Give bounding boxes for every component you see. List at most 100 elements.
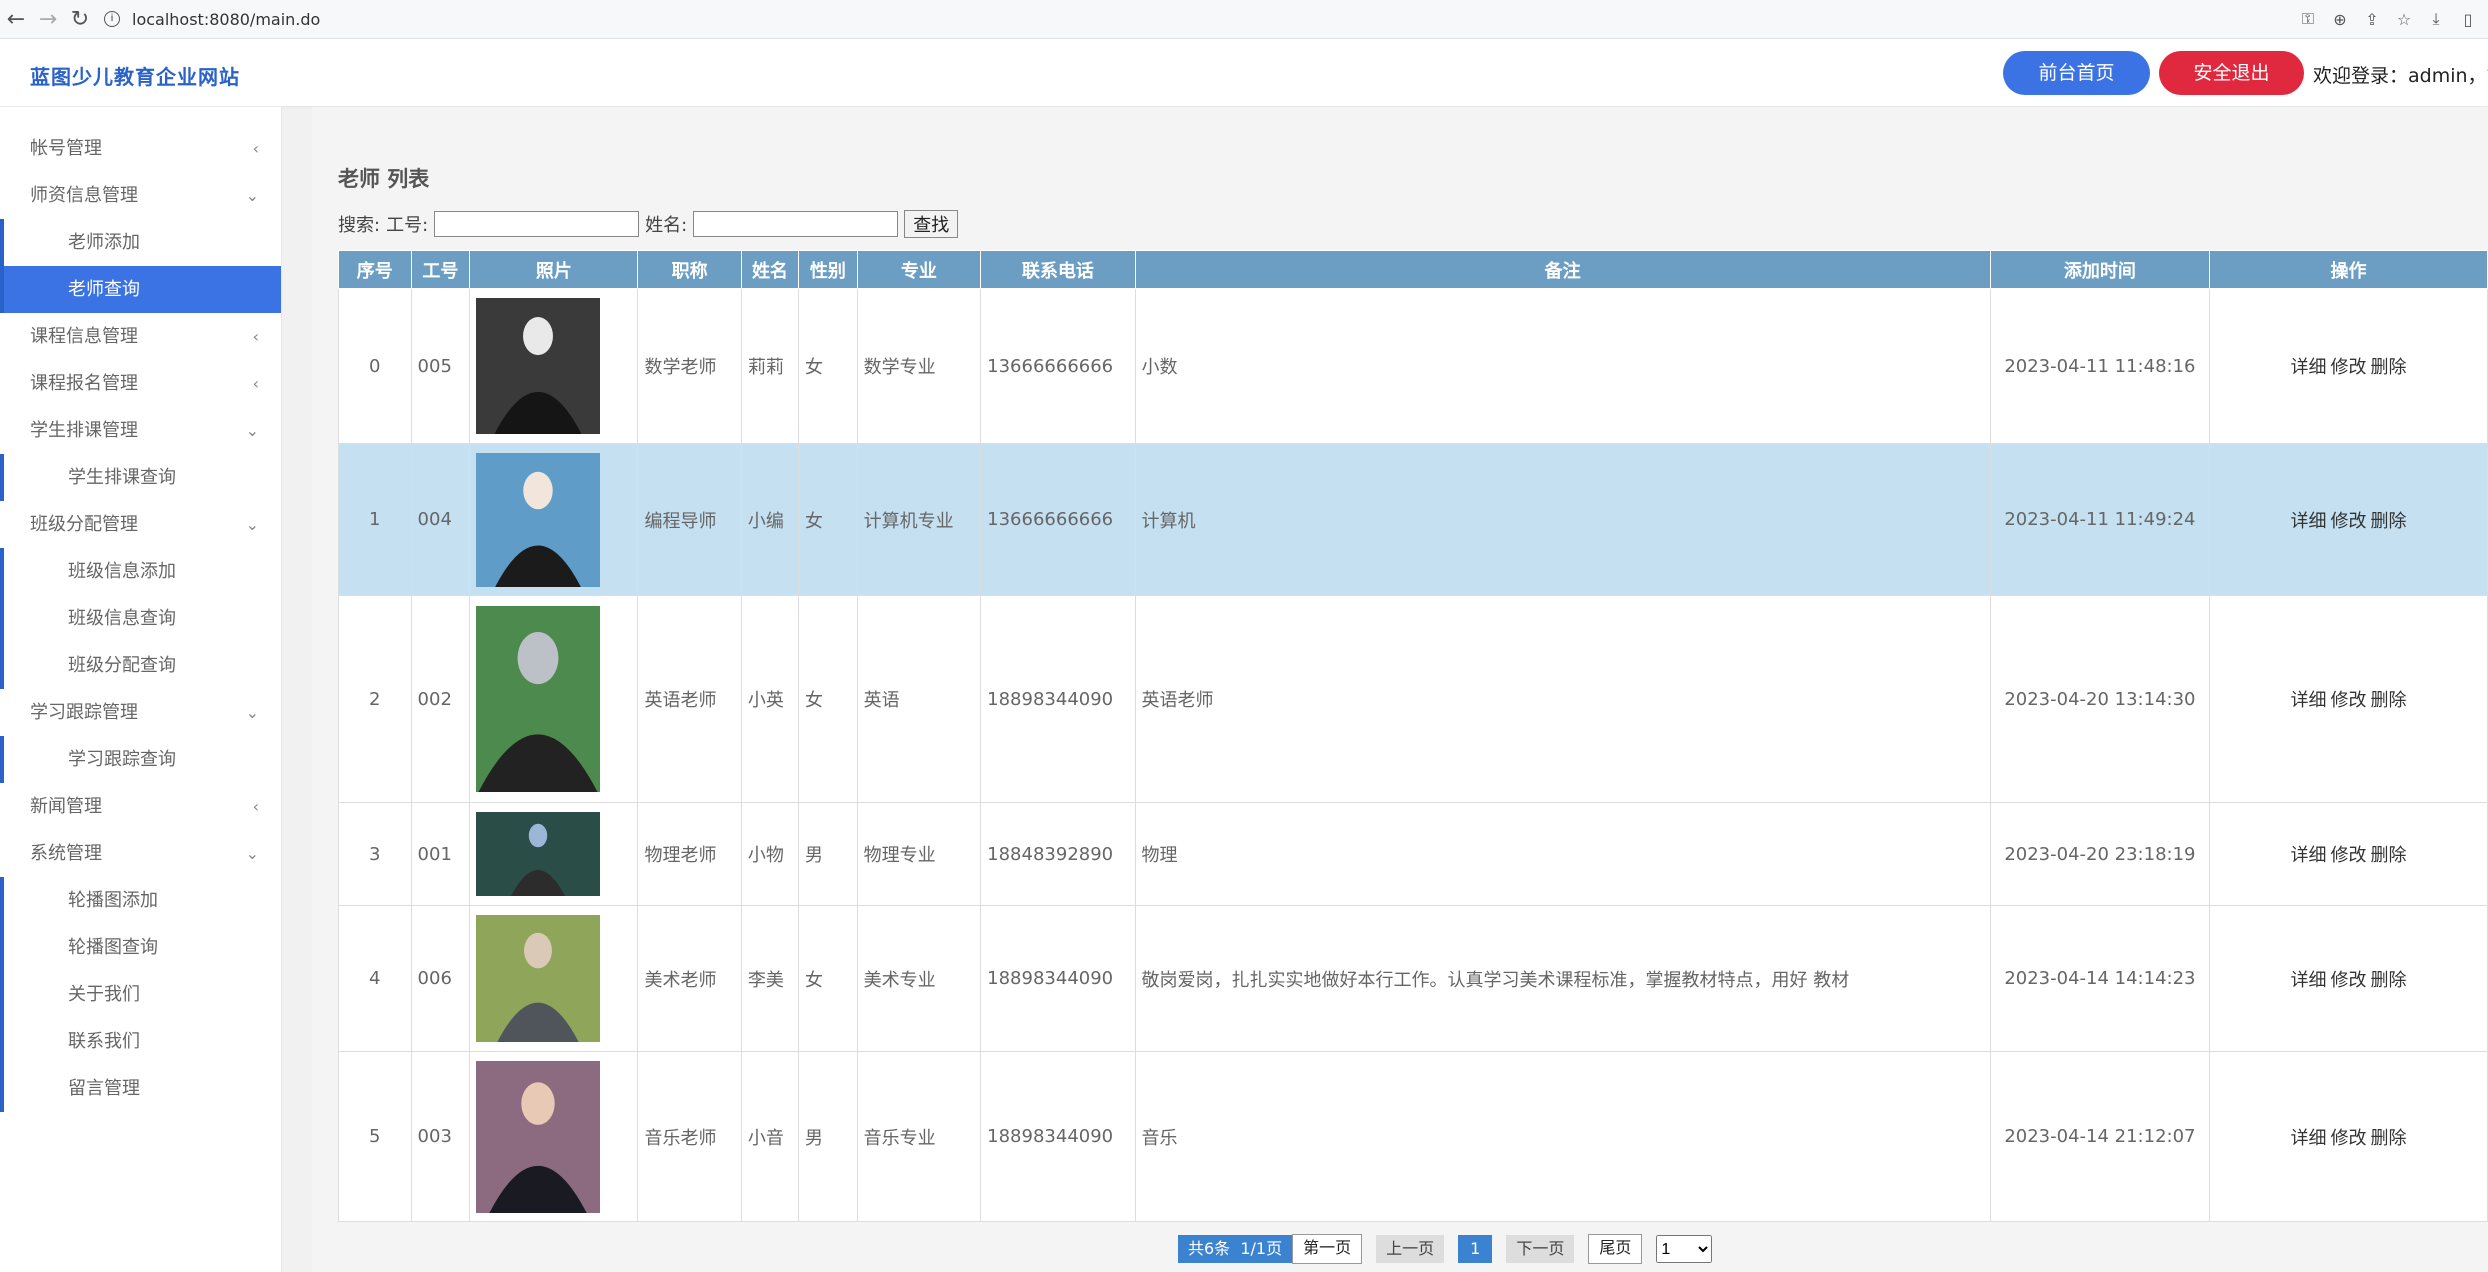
cell-phone: 18848392890: [980, 802, 1136, 906]
id-search-input[interactable]: [434, 211, 640, 237]
edit-link[interactable]: 修改: [2331, 845, 2367, 866]
table-row[interactable]: 1 004 编程导师 小编女计算机专业 13666666666 计算机 2023-04-11…: [338, 443, 2488, 596]
reload-icon[interactable]: ↻: [64, 7, 96, 32]
sidebar-item-label: 课程信息管理: [30, 326, 138, 347]
delete-link[interactable]: 删除: [2371, 357, 2407, 378]
last-page-button[interactable]: 尾页: [1588, 1234, 1643, 1264]
detail-link[interactable]: 详细: [2291, 690, 2327, 711]
cell-time: 2023-04-11 11:49:24: [1989, 443, 2211, 596]
sidebar-item-19[interactable]: 联系我们: [0, 1018, 281, 1065]
sidebar-group-12[interactable]: 学习跟踪管理 ⌄: [0, 689, 281, 736]
id-label: 工号:: [386, 215, 429, 236]
teacher-photo[interactable]: [476, 812, 601, 896]
share-icon[interactable]: ⇪: [2356, 10, 2388, 29]
table-row[interactable]: 3 001 物理老师 小物男物理专业 18848392890 物理 2023-04-20 2…: [338, 802, 2488, 906]
delete-link[interactable]: 删除: [2371, 690, 2407, 711]
cell-major: 计算机专业: [856, 443, 982, 596]
address-bar[interactable]: i localhost:8080/main.do: [104, 10, 320, 29]
current-page[interactable]: 1: [1458, 1235, 1493, 1263]
logout-button[interactable]: 安全退出: [2159, 51, 2304, 95]
chevron-left-icon: ‹: [252, 374, 259, 393]
delete-link[interactable]: 删除: [2371, 845, 2407, 866]
sidebar-item-9[interactable]: 班级信息添加: [0, 548, 281, 595]
detail-link[interactable]: 详细: [2291, 845, 2327, 866]
first-page-button[interactable]: 第一页: [1292, 1234, 1363, 1264]
cell-note: 计算机: [1134, 443, 1991, 596]
teacher-photo[interactable]: [476, 452, 601, 587]
key-icon[interactable]: ⚿: [2292, 9, 2324, 29]
back-icon[interactable]: ←: [0, 7, 32, 32]
sidebar-item-3[interactable]: 老师查询: [0, 266, 281, 313]
sidebar-group-4[interactable]: 课程信息管理 ‹: [0, 313, 281, 360]
sidebar-item-13[interactable]: 学习跟踪查询: [0, 736, 281, 783]
cell-photo: [469, 288, 639, 444]
teacher-photo[interactable]: [476, 915, 601, 1042]
sidebar-group-0[interactable]: 帐号管理 ‹: [0, 125, 281, 172]
detail-link[interactable]: 详细: [2291, 357, 2327, 378]
table-row[interactable]: 5 003 音乐老师 小音男音乐专业 18898344090 音乐 2023-04-14 2…: [338, 1051, 2488, 1222]
sidebar-item-17[interactable]: 轮播图查询: [0, 924, 281, 971]
cell-name: 莉莉: [740, 288, 800, 444]
sidebar-item-2[interactable]: 老师添加: [0, 219, 281, 266]
sidebar-item-label: 新闻管理: [30, 796, 102, 817]
detail-link[interactable]: 详细: [2291, 1128, 2327, 1149]
name-search-input[interactable]: [693, 211, 899, 237]
cell-index: 5: [338, 1051, 412, 1222]
teacher-photo[interactable]: [476, 606, 601, 792]
teacher-photo[interactable]: [476, 1060, 601, 1213]
sidebar-group-1[interactable]: 师资信息管理 ⌄: [0, 172, 281, 219]
table-row[interactable]: 4 006 美术老师 李美女美术专业 18898344090 敬岗爱岗，扎扎实实地做好本行…: [338, 905, 2488, 1052]
cell-id: 006: [410, 905, 471, 1052]
sidepanel-icon[interactable]: ▯: [2452, 10, 2484, 29]
next-page-button[interactable]: 下一页: [1506, 1235, 1575, 1263]
sidebar-item-label: 学习跟踪管理: [30, 702, 138, 723]
edit-link[interactable]: 修改: [2331, 511, 2367, 532]
cell-name: 小编: [740, 443, 800, 596]
sidebar-group-8[interactable]: 班级分配管理 ⌄: [0, 501, 281, 548]
prev-page-button[interactable]: 上一页: [1376, 1235, 1445, 1263]
cell-note: 物理: [1134, 802, 1991, 906]
chevron-down-icon: ⌄: [245, 844, 259, 863]
table-row[interactable]: 0 005 数学老师 莉莉女数学专业 13666666666 小数 2023-04-11 1…: [338, 288, 2488, 444]
sidebar-item-16[interactable]: 轮播图添加: [0, 877, 281, 924]
cell-sex: 男: [798, 1051, 858, 1222]
edit-link[interactable]: 修改: [2331, 357, 2367, 378]
sidebar-item-7[interactable]: 学生排课查询: [0, 454, 281, 501]
sidebar-group-14[interactable]: 新闻管理 ‹: [0, 783, 281, 830]
sidebar-item-10[interactable]: 班级信息查询: [0, 595, 281, 642]
sidebar-item-label: 班级信息添加: [68, 561, 176, 582]
cell-title: 物理老师: [637, 802, 742, 906]
table-row[interactable]: 2 002 英语老师 小英女英语 18898344090 英语老师 2023-04-20 1…: [338, 595, 2488, 803]
star-icon[interactable]: ☆: [2388, 10, 2420, 29]
sidebar: 帐号管理 ‹ 师资信息管理 ⌄ 老师添加 老师查询 课程信息管理 ‹ 课程报名管理 ‹ 学生排课管理…: [0, 107, 282, 1272]
edit-link[interactable]: 修改: [2331, 1128, 2367, 1149]
teacher-photo[interactable]: [476, 298, 601, 434]
delete-link[interactable]: 删除: [2371, 970, 2407, 991]
sidebar-group-6[interactable]: 学生排课管理 ⌄: [0, 407, 281, 454]
delete-link[interactable]: 删除: [2371, 1128, 2407, 1149]
search-button[interactable]: 查找: [904, 210, 959, 238]
front-home-button[interactable]: 前台首页: [2003, 51, 2150, 95]
sidebar-group-5[interactable]: 课程报名管理 ‹: [0, 360, 281, 407]
sidebar-item-label: 轮播图添加: [68, 890, 158, 911]
sidebar-item-20[interactable]: 留言管理: [0, 1065, 281, 1112]
site-info-icon[interactable]: i: [104, 11, 120, 27]
edit-link[interactable]: 修改: [2331, 970, 2367, 991]
download-icon[interactable]: ⤓: [2420, 9, 2452, 29]
zoom-icon[interactable]: ⊕: [2324, 10, 2356, 29]
delete-link[interactable]: 删除: [2371, 511, 2407, 532]
forward-icon[interactable]: →: [32, 7, 64, 32]
edit-link[interactable]: 修改: [2331, 690, 2367, 711]
sidebar-group-15[interactable]: 系统管理 ⌄: [0, 830, 281, 877]
page-select[interactable]: 1: [1656, 1235, 1713, 1263]
cell-note: 英语老师: [1134, 595, 1991, 803]
detail-link[interactable]: 详细: [2291, 970, 2327, 991]
cell-name: 小物: [740, 802, 800, 906]
detail-link[interactable]: 详细: [2291, 511, 2327, 532]
sidebar-item-11[interactable]: 班级分配查询: [0, 642, 281, 689]
site-brand[interactable]: 蓝图少儿教育企业网站: [30, 61, 240, 90]
sidebar-item-18[interactable]: 关于我们: [0, 971, 281, 1018]
cell-id: 002: [410, 595, 471, 803]
sidebar-item-label: 老师查询: [68, 279, 140, 300]
column-header: 职称: [637, 250, 742, 289]
